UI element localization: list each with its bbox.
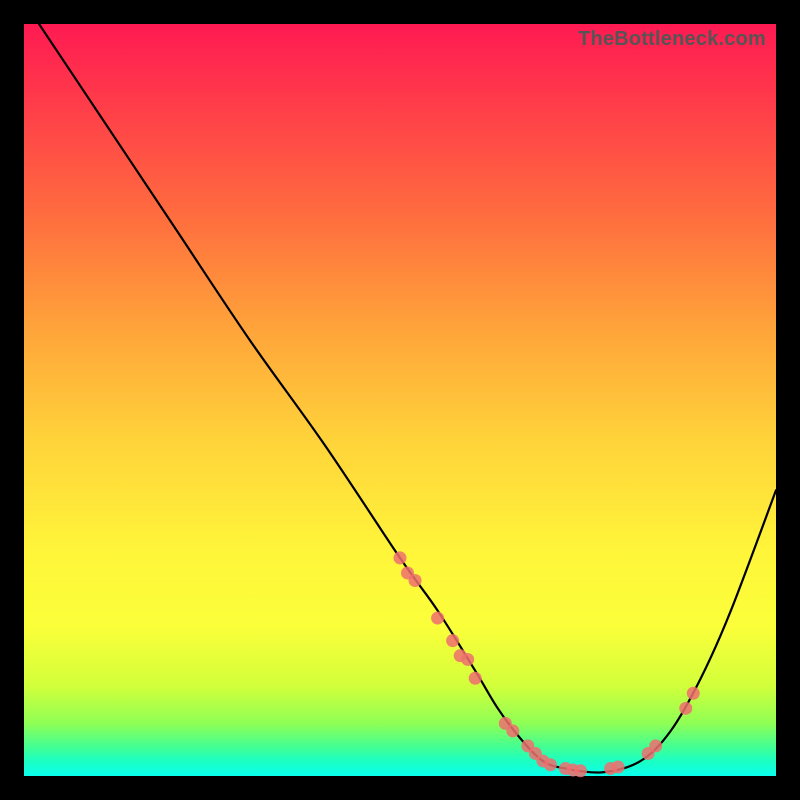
chart-svg <box>24 24 776 776</box>
marker-point <box>469 672 482 685</box>
marker-point <box>649 739 662 752</box>
marker-point <box>574 764 587 777</box>
marker-point <box>612 760 625 773</box>
marker-point <box>431 612 444 625</box>
marker-point <box>506 724 519 737</box>
chart-plot-area: TheBottleneck.com <box>24 24 776 776</box>
marker-point <box>679 702 692 715</box>
marker-point <box>446 634 459 647</box>
marker-point <box>461 653 474 666</box>
markers-group <box>394 551 700 777</box>
curve-line <box>39 24 776 773</box>
marker-point <box>409 574 422 587</box>
marker-point <box>687 687 700 700</box>
marker-point <box>544 758 557 771</box>
marker-point <box>394 551 407 564</box>
